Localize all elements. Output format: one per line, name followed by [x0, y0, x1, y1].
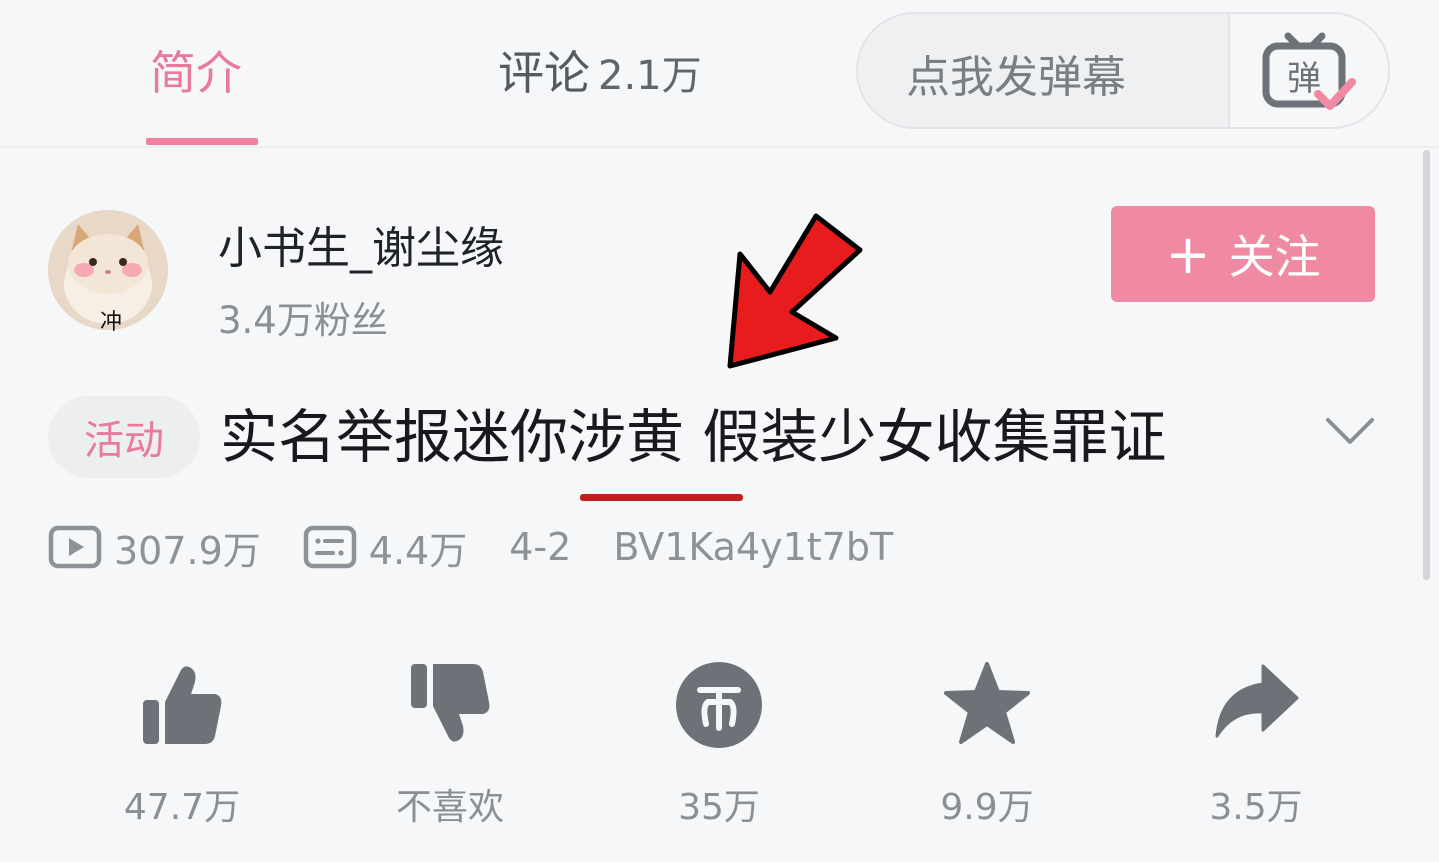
danmaku-input[interactable]: 点我发弹幕 — [906, 41, 1126, 105]
danmaku-bar: 点我发弹幕 弹 — [856, 12, 1390, 129]
video-stats: 307.9万 4.4万 4-2 BV1Ka4y1t7bT — [48, 520, 935, 574]
tab-active-indicator — [146, 138, 258, 145]
like-count: 47.7万 — [123, 787, 241, 828]
play-count: 307.9万 — [48, 520, 261, 575]
thumbs-up-icon — [143, 666, 222, 744]
danmaku-toggle-button[interactable]: 弹 — [1228, 14, 1388, 127]
bvid: BV1Ka4y1t7bT — [613, 525, 894, 569]
like-button[interactable]: 47.7万 — [102, 660, 262, 830]
fans-count: 3.4万粉丝 — [218, 299, 388, 342]
share-button[interactable]: 3.5万 — [1176, 660, 1336, 830]
tab-comments[interactable]: 评论 2.1万 — [498, 40, 702, 109]
share-count: 3.5万 — [1209, 787, 1303, 828]
favorite-button[interactable]: 9.9万 — [907, 660, 1067, 830]
activity-tag[interactable]: 活动 — [48, 396, 200, 478]
scrollbar[interactable] — [1423, 150, 1430, 580]
danmaku-count: 4.4万 — [303, 520, 467, 575]
publish-date: 4-2 — [509, 525, 572, 569]
chevron-down-icon[interactable] — [1322, 410, 1378, 450]
coin-button[interactable]: 35万 — [639, 660, 799, 830]
play-count-value: 307.9万 — [114, 528, 261, 573]
share-arrow-icon — [1215, 664, 1299, 738]
annotation-underline — [580, 494, 743, 501]
coin-count: 35万 — [678, 787, 760, 828]
play-icon — [48, 525, 102, 569]
favorite-count: 9.9万 — [940, 787, 1034, 828]
thumbs-down-icon — [411, 664, 490, 742]
tab-intro[interactable]: 简介 — [150, 40, 242, 106]
uploader-name[interactable]: 小书生_谢尘缘 — [218, 212, 504, 276]
video-title: 实名举报迷你涉黄 假装少女收集罪证 — [220, 403, 1167, 471]
annotation-arrow-icon — [727, 213, 863, 369]
avatar-caption: 冲 — [100, 310, 123, 335]
follow-button[interactable]: + 关注 — [1111, 206, 1375, 302]
tab-comments-count: 2.1万 — [598, 53, 702, 99]
star-icon — [944, 662, 1030, 744]
tab-comments-label: 评论 — [498, 46, 590, 100]
danmaku-count-value: 4.4万 — [368, 528, 468, 573]
dislike-button[interactable]: 不喜欢 — [370, 660, 530, 830]
danmaku-icon — [303, 525, 357, 569]
dislike-label: 不喜欢 — [395, 787, 504, 828]
header-tabs: 简介 评论 2.1万 点我发弹幕 弹 — [0, 0, 1439, 148]
coin-icon — [676, 662, 762, 748]
danmaku-toggle-icon: 弹 — [1262, 32, 1356, 110]
follow-label: 关注 — [1228, 230, 1321, 284]
plus-icon: + — [1165, 222, 1211, 286]
